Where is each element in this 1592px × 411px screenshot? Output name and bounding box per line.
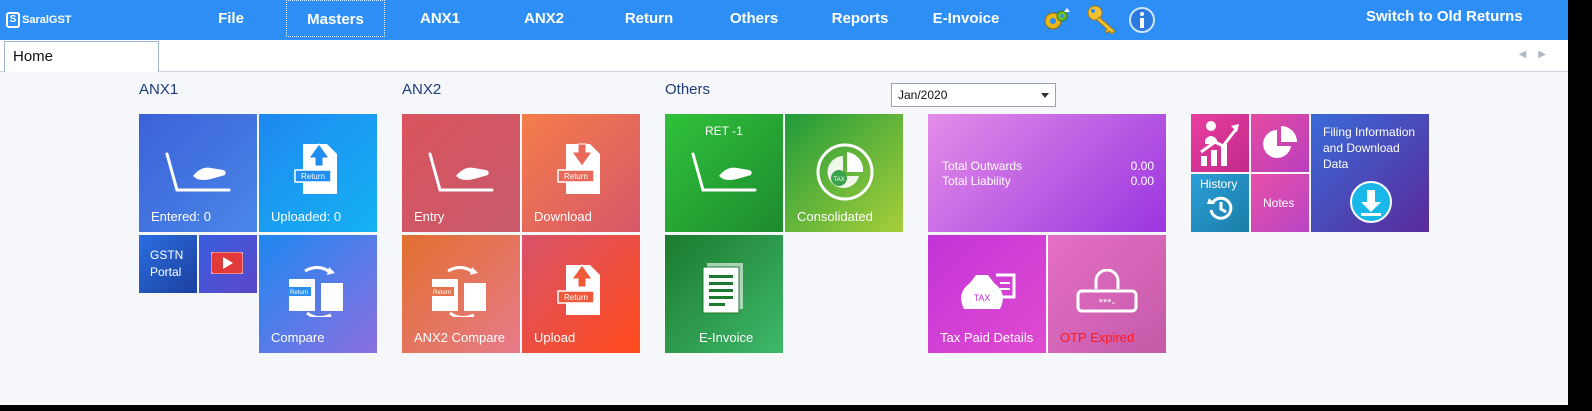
top-menu-bar: S SaralGST File Masters ANX1 ANX2 Return…	[0, 0, 1568, 40]
menu-file[interactable]: File	[210, 0, 252, 37]
menu-return[interactable]: Return	[619, 0, 679, 37]
tile-consolidated[interactable]: TAX Consolidated	[785, 114, 903, 232]
return-upload-icon: Return	[294, 143, 337, 194]
svg-text:Return: Return	[301, 172, 325, 181]
tile-label: History	[1200, 177, 1238, 191]
svg-text:Return: Return	[564, 293, 588, 302]
tile-gstn-portal[interactable]: GSTN Portal	[139, 235, 197, 293]
tile-history[interactable]: History	[1191, 174, 1249, 232]
tile-filing-info[interactable]: Filing Information and Download Data	[1311, 114, 1429, 232]
menu-reports[interactable]: Reports	[826, 0, 894, 37]
section-title-anx1: ANX1	[139, 81, 179, 98]
svg-text:Return: Return	[433, 290, 451, 296]
app-logo: S SaralGST	[6, 10, 72, 30]
tile-tax-summary[interactable]: Total Outwards 0.00 Total Liability 0.00	[928, 114, 1166, 232]
tile-anx2-download[interactable]: Return Download	[522, 114, 640, 232]
total-liability-row: Total Liability 0.00	[942, 174, 1154, 188]
tile-label: RET -1	[705, 124, 743, 138]
tile-tax-paid-details[interactable]: TAX Tax Paid Details	[928, 235, 1046, 353]
tab-home[interactable]: Home	[4, 41, 159, 72]
total-outwards-value: 0.00	[1130, 159, 1154, 173]
tile-ret1[interactable]: RET -1	[665, 114, 783, 232]
tile-video[interactable]	[199, 235, 257, 293]
tile-label: Upload	[534, 330, 576, 345]
settings-gear-icon[interactable]	[1042, 6, 1070, 34]
video-play-icon	[211, 252, 243, 274]
tile-einvoice[interactable]: E-Invoice	[665, 235, 783, 353]
laptop-hand-icon	[691, 152, 757, 192]
total-outwards-row: Total Outwards 0.00	[942, 159, 1154, 173]
tab-strip: Home ◀▶	[0, 40, 1568, 72]
tile-label: Tax Paid Details	[940, 330, 1034, 345]
tile-growth-chart[interactable]	[1191, 114, 1249, 172]
logo-text: SaralGST	[22, 14, 72, 26]
pie-chart-icon	[1263, 126, 1297, 158]
tab-scroll-arrows[interactable]: ◀▶	[1519, 49, 1558, 60]
tax-pie-chart-icon: TAX	[816, 143, 874, 201]
tile-label: Filing Information and Download Data	[1323, 125, 1416, 171]
tile-label: Download	[534, 209, 592, 224]
tile-anx1-entry[interactable]: Entered: 0	[139, 114, 257, 232]
logo-mark-icon: S	[6, 12, 20, 28]
password-lock-icon: ***-	[1076, 269, 1138, 313]
total-liability-value: 0.00	[1130, 174, 1154, 188]
growth-chart-icon	[1200, 121, 1239, 166]
tile-pie-report[interactable]	[1251, 114, 1309, 172]
tile-otp[interactable]: ***- OTP Expired	[1048, 235, 1166, 353]
return-download-icon: Return	[557, 143, 600, 194]
download-arrow-icon	[1350, 181, 1392, 223]
period-selected-value: Jan/2020	[898, 88, 948, 102]
total-liability-label: Total Liability	[942, 174, 1011, 188]
tile-anx1-compare[interactable]: Return Compare	[259, 235, 377, 353]
return-upload-icon: Return	[557, 264, 600, 315]
menu-anx1[interactable]: ANX1	[413, 0, 467, 37]
info-icon[interactable]	[1128, 6, 1156, 34]
laptop-hand-icon	[165, 152, 231, 192]
svg-text:Return: Return	[290, 290, 308, 296]
section-title-others: Others	[665, 81, 711, 98]
tile-label: Entry	[414, 209, 445, 224]
section-title-anx2: ANX2	[402, 81, 442, 98]
compare-documents-icon: Return	[287, 266, 343, 317]
svg-text:Return: Return	[564, 172, 588, 181]
svg-text:TAX: TAX	[833, 177, 844, 183]
tile-label: Entered: 0	[151, 209, 211, 224]
menu-masters[interactable]: Masters	[286, 0, 385, 37]
tile-label: Uploaded: 0	[271, 209, 342, 224]
laptop-hand-icon	[428, 152, 494, 192]
chevron-down-icon	[1041, 93, 1049, 98]
key-icon[interactable]	[1085, 3, 1119, 35]
tile-label: Compare	[271, 330, 325, 345]
svg-text:TAX: TAX	[974, 293, 991, 303]
menu-einvoice[interactable]: E-Invoice	[928, 0, 1004, 37]
tile-label: GSTN Portal	[150, 248, 184, 279]
tile-label: E-Invoice	[699, 330, 754, 345]
period-select[interactable]: Jan/2020	[891, 83, 1056, 107]
otp-expired-label: OTP Expired	[1060, 330, 1135, 345]
tile-anx2-compare[interactable]: Return ANX2 Compare	[402, 235, 520, 353]
svg-text:***-: ***-	[1099, 297, 1116, 309]
tile-notes[interactable]: Notes	[1251, 174, 1309, 232]
compare-documents-icon: Return	[430, 266, 486, 317]
switch-old-returns-link[interactable]: Switch to Old Returns	[1366, 8, 1523, 25]
history-clock-icon	[1207, 196, 1233, 220]
tile-anx2-upload[interactable]: Return Upload	[522, 235, 640, 353]
total-outwards-label: Total Outwards	[942, 159, 1023, 173]
tile-label: ANX2 Compare	[414, 330, 506, 345]
menu-anx2[interactable]: ANX2	[517, 0, 571, 37]
invoice-document-icon	[702, 263, 743, 314]
tile-label: Notes	[1263, 196, 1295, 210]
app-window: S SaralGST File Masters ANX1 ANX2 Return…	[0, 0, 1568, 405]
tile-anx2-entry[interactable]: Entry	[402, 114, 520, 232]
menu-others[interactable]: Others	[725, 0, 783, 37]
tile-label: Consolidated	[797, 209, 873, 224]
tile-anx1-upload[interactable]: Return Uploaded: 0	[259, 114, 377, 232]
tax-bag-icon: TAX	[961, 273, 1016, 309]
